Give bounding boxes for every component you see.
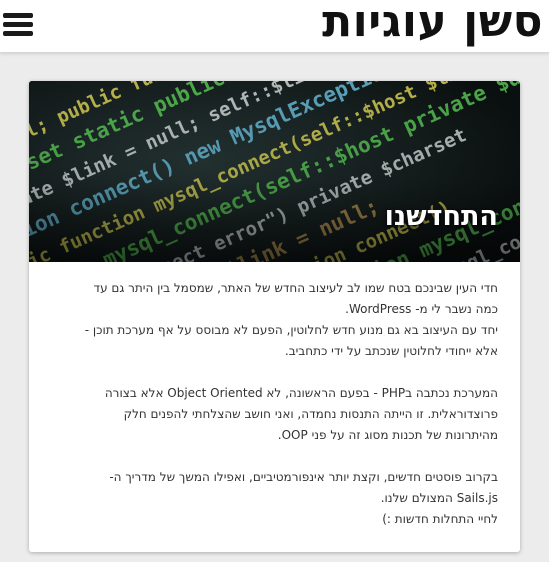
paragraph: בקרוב פוסטים חדשים, וקצת יותר אינפורמטיב…	[69, 467, 498, 530]
paragraph-line: בקרוב פוסטים חדשים, וקצת יותר אינפורמטיב…	[109, 470, 498, 505]
post-hero: private $db = null; public function conn…	[29, 81, 520, 262]
post-card: private $db = null; public function conn…	[29, 81, 520, 552]
paragraph-line: חדי העין שבינכם בטח שמו לב לעיצוב החדש ש…	[93, 281, 498, 316]
paragraph-line: לחיי התחלות חדשות :)	[382, 512, 498, 526]
code-screenshot-image: private $db = null; public function conn…	[29, 81, 520, 262]
hamburger-menu-icon[interactable]	[3, 10, 35, 40]
menu-line	[3, 31, 33, 36]
menu-line	[3, 22, 33, 27]
top-bar: סשן עוגיות	[0, 0, 549, 53]
paragraph: המערכת נכתבה בPHP - בפעם הראשונה, לא Obj…	[69, 383, 498, 446]
paragraph: חדי העין שבינכם בטח שמו לב לעיצוב החדש ש…	[69, 278, 498, 362]
paragraph-line: יחד עם העיצוב בא גם מנוע חדש לחלוטין, הפ…	[84, 323, 498, 358]
post-body: חדי העין שבינכם בטח שמו לב לעיצוב החדש ש…	[29, 262, 520, 530]
menu-line	[3, 13, 33, 18]
post-title[interactable]: התחדשנו	[385, 201, 498, 232]
paragraph-line: המערכת נכתבה בPHP - בפעם הראשונה, לא Obj…	[104, 386, 498, 442]
site-title[interactable]: סשן עוגיות	[322, 0, 543, 48]
